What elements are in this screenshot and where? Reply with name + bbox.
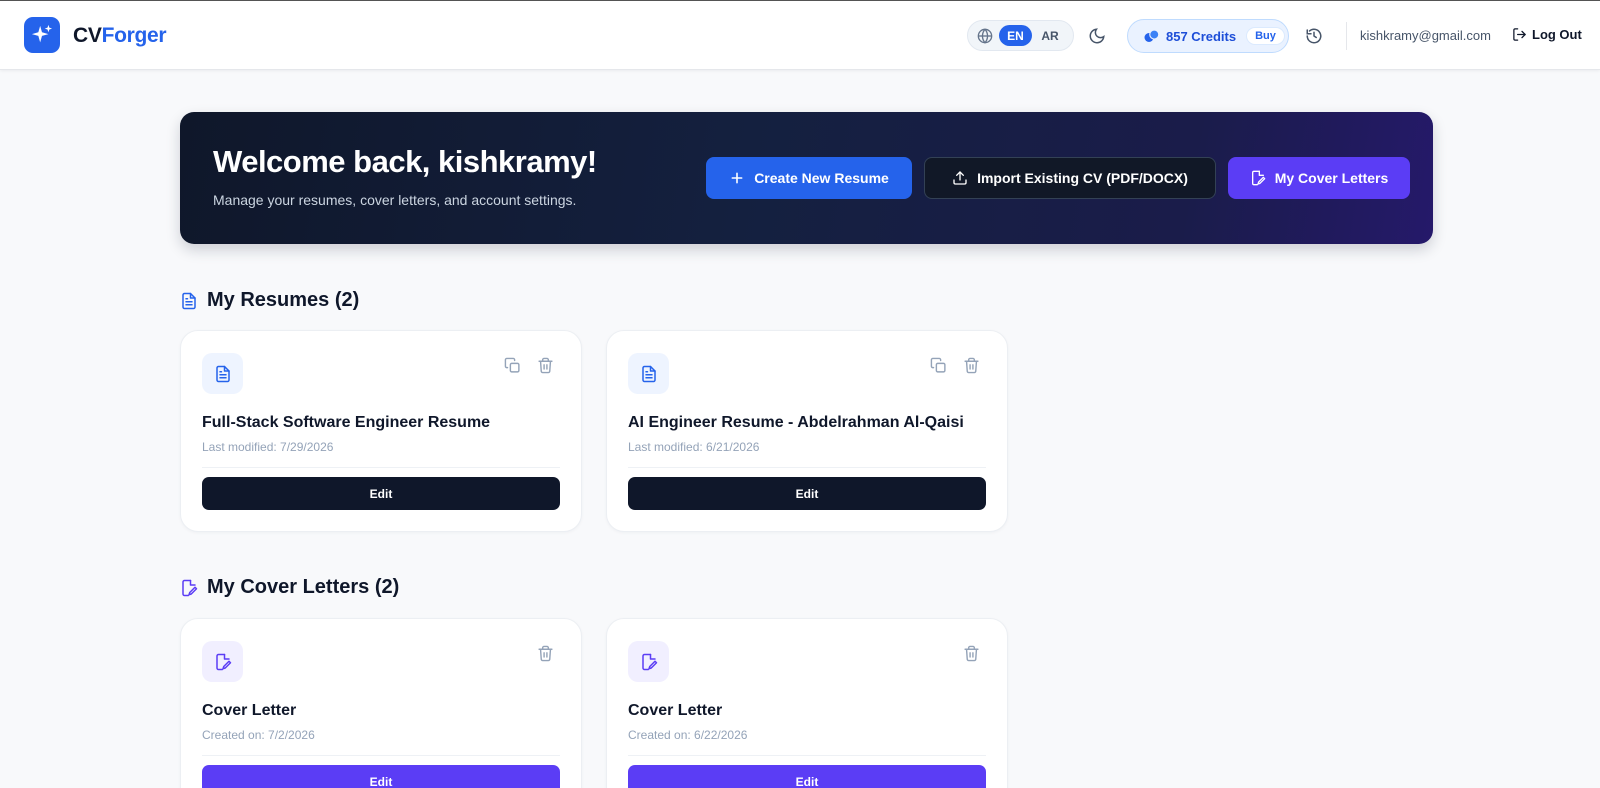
credits-count: 857 Credits: [1166, 28, 1237, 44]
card-actions: [522, 645, 555, 663]
card-actions: [915, 357, 981, 375]
resumes-section-label: My Resumes (2): [207, 289, 360, 311]
create-resume-button[interactable]: Create New Resume: [706, 157, 912, 199]
logout-button[interactable]: Log Out: [1512, 27, 1582, 42]
resume-badge: [628, 353, 669, 394]
card-actions: [948, 645, 981, 663]
my-cover-letters-button[interactable]: My Cover Letters: [1228, 157, 1410, 199]
document-icon: [215, 365, 230, 382]
resume-badge: [202, 353, 243, 394]
globe-icon: [977, 27, 993, 44]
sparkle-icon[interactable]: [24, 17, 60, 53]
lang-en-button[interactable]: EN: [999, 25, 1032, 46]
trash-icon[interactable]: [963, 645, 981, 663]
credits-pill[interactable]: 857 Credits Buy: [1127, 19, 1289, 53]
import-cv-label: Import Existing CV (PDF/DOCX): [977, 170, 1188, 186]
page-title: Welcome back, kishkramy!: [213, 144, 597, 179]
lang-ar-button[interactable]: AR: [1032, 25, 1068, 46]
header-divider: [1346, 22, 1347, 50]
cover-letters-section-label: My Cover Letters (2): [207, 576, 400, 598]
buy-credits-button[interactable]: Buy: [1246, 27, 1285, 45]
page-subtitle: Manage your resumes, cover letters, and …: [213, 192, 577, 208]
create-resume-label: Create New Resume: [754, 170, 889, 186]
language-switcher: EN AR: [967, 20, 1074, 51]
cover-letters-section-title: My Cover Letters (2): [180, 576, 399, 599]
cover-letter-title: Cover Letter: [202, 702, 297, 719]
brand-prefix: CV: [73, 24, 102, 47]
edit-document-icon: [215, 653, 231, 670]
cover-letter-created-date: Created on: 6/22/2026: [628, 728, 748, 742]
resume-title: AI Engineer Resume - Abdelrahman Al-Qais…: [628, 414, 964, 431]
trash-icon[interactable]: [537, 357, 555, 375]
card-divider: [202, 467, 560, 468]
plus-icon: [731, 172, 743, 184]
user-email: kishkramy@gmail.com: [1360, 28, 1491, 43]
copy-icon[interactable]: [504, 357, 522, 375]
my-cover-letters-label: My Cover Letters: [1274, 170, 1389, 186]
trash-icon[interactable]: [963, 357, 981, 375]
edit-document-icon: [641, 653, 657, 670]
edit-document-icon: [1251, 170, 1266, 186]
cover-letter-created-date: Created on: 7/2/2026: [202, 728, 315, 742]
cover-letter-title: Cover Letter: [628, 702, 723, 719]
welcome-banner: Welcome back, kishkramy! Manage your res…: [180, 112, 1433, 244]
resume-modified-date: Last modified: 7/29/2026: [202, 440, 334, 454]
card-divider: [628, 467, 986, 468]
coins-icon: [1143, 28, 1161, 44]
resumes-section-title: My Resumes (2): [180, 289, 359, 312]
edit-resume-button[interactable]: Edit: [628, 477, 986, 510]
resume-card: Full-Stack Software Engineer Resume Last…: [180, 330, 582, 532]
moon-icon[interactable]: [1088, 27, 1106, 45]
import-cv-button[interactable]: Import Existing CV (PDF/DOCX): [924, 157, 1216, 199]
copy-icon[interactable]: [930, 357, 948, 375]
trash-icon[interactable]: [537, 645, 555, 663]
logout-icon: [1513, 28, 1526, 41]
edit-document-icon: [182, 579, 198, 596]
upload-icon: [953, 171, 967, 185]
resume-title: Full-Stack Software Engineer Resume: [202, 414, 491, 431]
history-icon[interactable]: [1305, 27, 1323, 45]
document-icon: [641, 365, 656, 382]
brand-suffix: Forger: [101, 24, 167, 47]
card-divider: [202, 755, 560, 756]
edit-resume-button[interactable]: Edit: [202, 477, 560, 510]
cover-letter-card: Cover Letter Created on: 6/22/2026 Edit: [606, 618, 1008, 788]
document-icon: [182, 292, 196, 309]
cover-letter-card: Cover Letter Created on: 7/2/2026 Edit: [180, 618, 582, 788]
edit-cover-letter-button[interactable]: Edit: [202, 765, 560, 788]
brand-logo[interactable]: CVForger: [73, 24, 167, 48]
cover-letter-badge: [202, 641, 243, 682]
card-divider: [628, 755, 986, 756]
resume-card: AI Engineer Resume - Abdelrahman Al-Qais…: [606, 330, 1008, 532]
edit-cover-letter-button[interactable]: Edit: [628, 765, 986, 788]
card-actions: [489, 357, 555, 375]
cover-letter-badge: [628, 641, 669, 682]
resume-modified-date: Last modified: 6/21/2026: [628, 440, 760, 454]
logout-label: Log Out: [1532, 27, 1582, 42]
top-navbar: CVForger EN AR 857 Credits Buy kishkramy…: [0, 1, 1600, 70]
